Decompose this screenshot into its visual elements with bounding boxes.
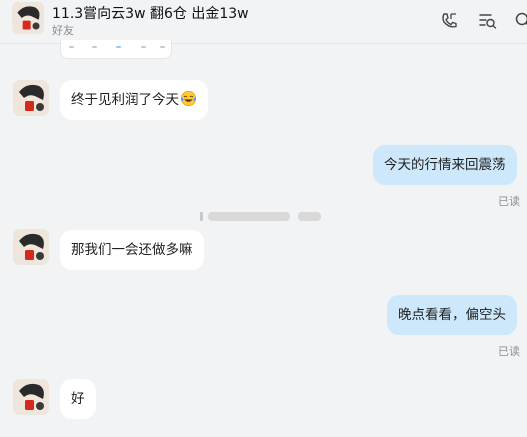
message-text: 终于见利润了今天	[71, 92, 179, 108]
call-icon[interactable]	[439, 11, 459, 31]
previous-message-card-edge	[60, 40, 172, 59]
message-bubble-incoming[interactable]: 终于见利润了今天	[60, 80, 208, 120]
contact-avatar[interactable]	[12, 2, 44, 34]
message-text: 那我们一会还做多嘛	[71, 242, 193, 258]
message-text: 今天的行情来回震荡	[384, 157, 506, 173]
read-status: 已读	[498, 345, 520, 358]
laughing-tears-emoji-icon	[180, 90, 197, 107]
sender-avatar[interactable]	[13, 80, 49, 116]
message-bubble-outgoing[interactable]: 今天的行情来回震荡	[373, 145, 517, 185]
message-text: 晚点看看，偏空头	[398, 307, 506, 323]
read-status: 已读	[498, 195, 520, 208]
message-bubble-incoming[interactable]: 好	[60, 379, 96, 419]
chat-title: 11.3嘗向云3w 翻6仓 出金13w	[52, 6, 249, 22]
contact-relation-label: 好友	[52, 24, 74, 37]
search-icon[interactable]	[514, 11, 527, 31]
system-notice-redacted	[200, 212, 321, 221]
message-text: 好	[71, 391, 85, 407]
chat-header: 11.3嘗向云3w 翻6仓 出金13w 好友	[0, 0, 527, 44]
sender-avatar[interactable]	[13, 379, 49, 415]
message-bubble-incoming[interactable]: 那我们一会还做多嘛	[60, 230, 204, 270]
sender-avatar[interactable]	[13, 229, 49, 265]
notes-icon[interactable]	[477, 11, 497, 31]
message-bubble-outgoing[interactable]: 晚点看看，偏空头	[387, 295, 517, 335]
